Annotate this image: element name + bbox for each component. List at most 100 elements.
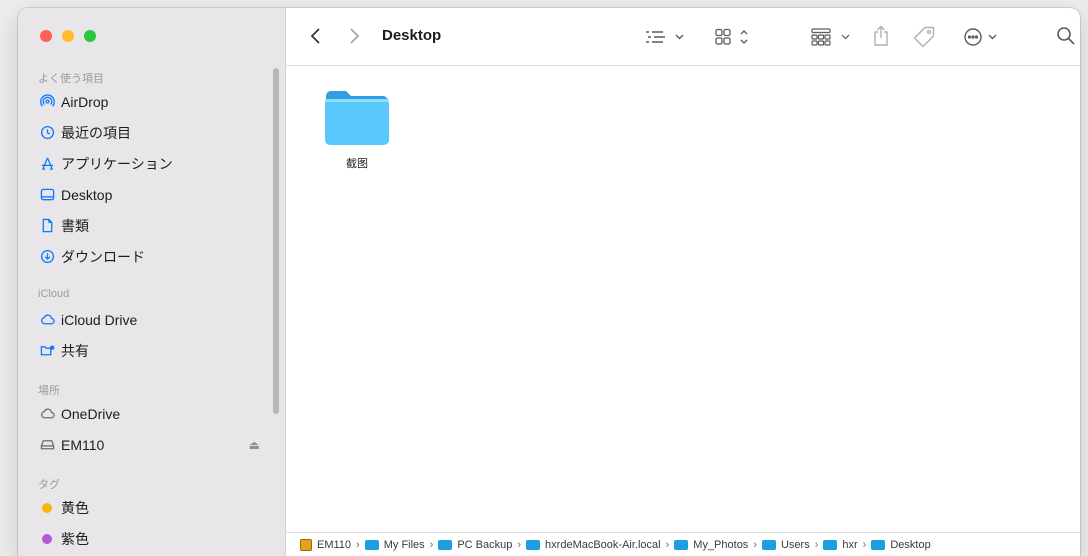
sidebar-heading-locations: 場所 — [38, 385, 60, 397]
icon-view-button[interactable] — [714, 27, 754, 47]
sidebar-item-icloud-drive[interactable]: iCloud Drive — [18, 304, 286, 335]
forward-button[interactable] — [348, 27, 360, 45]
path-crumb[interactable]: Desktop — [871, 538, 931, 551]
sidebar-item-label: iCloud Drive — [61, 311, 138, 328]
more-actions-button[interactable] — [962, 26, 1002, 48]
folder-item[interactable]: 截图 — [322, 88, 392, 171]
document-icon — [39, 218, 55, 234]
path-crumb[interactable]: hxr — [823, 538, 858, 551]
path-crumb-label: My Files — [383, 538, 425, 551]
sidebar-item-label: 書類 — [61, 217, 89, 234]
group-button[interactable] — [810, 27, 852, 47]
traffic-lights — [40, 30, 96, 42]
chevron-right-icon: › — [665, 538, 670, 551]
drive-icon — [300, 538, 312, 551]
sidebar-item-em110[interactable]: EM110 ⏏ — [18, 429, 286, 460]
download-icon — [39, 249, 55, 265]
zoom-button[interactable] — [84, 30, 96, 42]
folder-icon — [761, 539, 776, 550]
chevron-right-icon: › — [814, 538, 819, 551]
path-crumb-label: Desktop — [890, 538, 931, 551]
folder-icon — [526, 539, 541, 550]
ellipsis-circle-icon — [964, 28, 997, 46]
sidebar-item-label: アプリケーション — [61, 155, 173, 172]
chevron-right-icon: › — [753, 538, 757, 551]
sidebar-heading-icloud: iCloud — [38, 288, 70, 300]
tag-button[interactable] — [912, 25, 936, 49]
sidebar-item-shared[interactable]: 共有 — [18, 335, 286, 366]
clock-icon — [39, 125, 55, 141]
finder-window: よく使う項目 AirDrop 最近の項目 アプリケーション Desktop 書類… — [18, 8, 1080, 556]
share-icon — [874, 25, 888, 46]
desktop-icon — [39, 187, 55, 203]
path-crumb[interactable]: Users — [761, 538, 810, 551]
tag-color-dot — [42, 502, 52, 513]
path-bar: EM110 › My Files › PC Backup › hxrdeMacB… — [286, 532, 1080, 556]
folder-icon — [823, 539, 838, 550]
chevron-right-icon: › — [517, 538, 522, 551]
search-button[interactable] — [1056, 26, 1076, 46]
path-crumb[interactable]: PC Backup — [438, 539, 512, 551]
chevron-right-icon — [350, 28, 360, 44]
path-crumb[interactable]: EM110 — [300, 538, 351, 551]
sidebar-item-label: OneDrive — [61, 405, 121, 422]
sidebar-item-onedrive[interactable]: OneDrive — [18, 398, 286, 429]
path-crumb-label: PC Backup — [457, 538, 513, 551]
file-browser-area[interactable]: 截图 — [286, 66, 1080, 532]
chevron-left-icon — [310, 28, 320, 44]
folder-icon — [674, 539, 689, 550]
airdrop-icon — [39, 94, 55, 110]
folder-icon — [438, 539, 453, 550]
folder-icon — [325, 91, 389, 145]
minimize-button[interactable] — [62, 30, 74, 42]
sidebar-list: よく使う項目 AirDrop 最近の項目 アプリケーション Desktop 書類… — [18, 64, 286, 556]
cloud-icon — [39, 312, 55, 328]
sidebar-item-tag-purple[interactable]: 紫色 — [18, 523, 286, 554]
sidebar-item-label: EM110 — [61, 436, 105, 453]
grid-icon — [715, 28, 748, 45]
sidebar-item-label: AirDrop — [61, 93, 109, 110]
search-icon — [1057, 27, 1075, 45]
sidebar-item-applications[interactable]: アプリケーション — [18, 148, 286, 179]
eject-icon[interactable]: ⏏ — [249, 438, 260, 452]
window-title: Desktop — [382, 27, 442, 44]
sidebar-item-recents[interactable]: 最近の項目 — [18, 117, 286, 148]
path-crumb[interactable]: hxrdeMacBook-Air.local — [526, 539, 661, 551]
chevron-right-icon: › — [429, 538, 434, 551]
sidebar-item-desktop[interactable]: Desktop — [18, 179, 286, 210]
path-crumb-label: hxr — [842, 538, 858, 551]
sidebar-scrollbar[interactable] — [273, 68, 279, 414]
sidebar-item-tag-yellow[interactable]: 黄色 — [18, 492, 286, 523]
list-view-icon — [646, 31, 684, 43]
sidebar-heading-favorites: よく使う項目 — [38, 73, 104, 85]
chevron-right-icon: › — [356, 538, 360, 551]
sidebar-item-airdrop[interactable]: AirDrop — [18, 86, 286, 117]
path-crumb-label: hxrdeMacBook-Air.local — [545, 538, 661, 551]
folder-icon — [871, 539, 886, 550]
close-button[interactable] — [40, 30, 52, 42]
chevron-right-icon: › — [862, 538, 867, 551]
toolbar: Desktop — [286, 8, 1080, 66]
folder-icon — [364, 539, 379, 550]
list-view-button[interactable] — [644, 28, 686, 46]
sidebar-item-label: 紫色 — [61, 530, 89, 547]
back-button[interactable] — [310, 27, 322, 45]
tag-color-dot — [42, 533, 52, 544]
sidebar: よく使う項目 AirDrop 最近の項目 アプリケーション Desktop 書類… — [18, 8, 286, 556]
sidebar-item-label: 共有 — [61, 342, 89, 359]
path-crumb-label: My_Photos — [693, 538, 749, 551]
shared-folder-icon — [39, 343, 55, 359]
path-crumb[interactable]: My Files — [364, 538, 425, 551]
folder-label: 截图 — [346, 158, 368, 170]
tag-icon — [913, 26, 935, 48]
sidebar-item-documents[interactable]: 書類 — [18, 210, 286, 241]
drive-icon — [39, 437, 55, 453]
share-button[interactable] — [872, 25, 890, 47]
cloud-icon — [39, 406, 55, 422]
sidebar-item-label: Desktop — [61, 186, 113, 203]
sidebar-item-downloads[interactable]: ダウンロード — [18, 241, 286, 272]
sidebar-item-label: 最近の項目 — [61, 124, 131, 141]
group-icon — [811, 28, 850, 46]
path-crumb-label: Users — [780, 538, 810, 551]
path-crumb[interactable]: My_Photos — [674, 539, 748, 551]
